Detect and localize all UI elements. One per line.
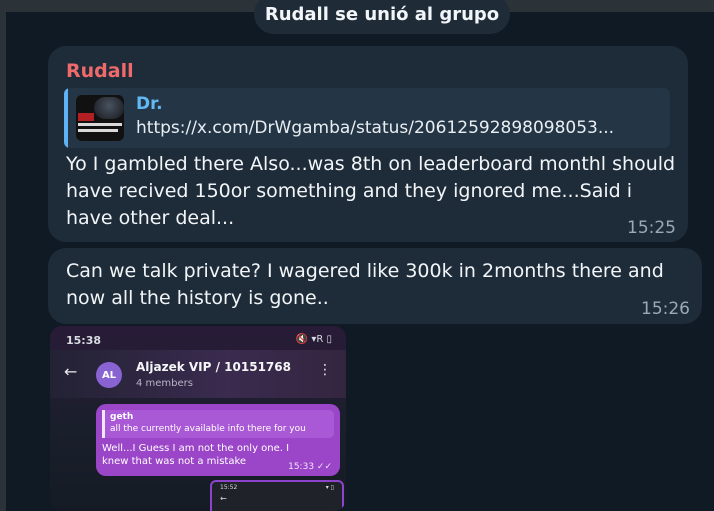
- nested-status-icons: ▾ ▯: [325, 484, 334, 491]
- reply-text: all the currently available info there f…: [110, 424, 306, 434]
- member-count: 4 members: [136, 378, 193, 389]
- group-avatar: AL: [96, 362, 122, 388]
- reply-preview: geth all the currently available info th…: [102, 410, 334, 438]
- preview-thumbnail: [76, 95, 124, 141]
- preview-accent-bar: [64, 88, 68, 148]
- preview-title: Dr.: [136, 94, 163, 114]
- reply-name: geth: [110, 412, 134, 422]
- screenshot-message-text: Well...I Guess I am not the only one. I …: [102, 443, 290, 467]
- window-left-border: [0, 0, 6, 511]
- message-sender[interactable]: Rudall: [66, 60, 134, 82]
- more-vertical-icon: ⋮: [318, 362, 332, 378]
- link-preview[interactable]: Dr. https://x.com/DrWgamba/status/206125…: [64, 88, 670, 148]
- nested-back-arrow-icon: ←: [220, 494, 227, 503]
- reply-accent-bar: [102, 410, 105, 438]
- screenshot-message-bubble: geth all the currently available info th…: [96, 404, 340, 476]
- screenshot-message-time: 15:33 ✓✓: [288, 462, 332, 472]
- back-arrow-icon: ←: [64, 362, 78, 381]
- screenshot-attachment[interactable]: 15:38 🔇 ▾R ▯ ← AL Aljazek VIP / 10151768…: [50, 326, 346, 511]
- group-name: Aljazek VIP / 10151768: [136, 360, 291, 374]
- message-time: 15:26: [641, 299, 690, 319]
- screenshot-chat-header: ← AL Aljazek VIP / 10151768 4 members ⋮: [50, 350, 346, 398]
- nested-status-time: 15:52: [220, 484, 238, 491]
- service-message: Rudall se unió al grupo: [254, 0, 510, 34]
- nested-screenshot: 15:52 ▾ ▯ ←: [210, 480, 344, 511]
- message-text: Yo I gambled there Also...was 8th on lea…: [66, 153, 676, 229]
- screenshot-status-time: 15:38: [66, 334, 102, 347]
- incoming-message-2[interactable]: Can we talk private? I wagered like 300k…: [48, 248, 702, 324]
- incoming-message-1[interactable]: Rudall Dr. https://x.com/DrWgamba/status…: [48, 46, 688, 242]
- screenshot-status-icons: 🔇 ▾R ▯: [295, 334, 332, 345]
- message-text: Can we talk private? I wagered like 300k…: [66, 260, 664, 309]
- message-time: 15:25: [627, 218, 676, 238]
- preview-link[interactable]: https://x.com/DrWgamba/status/2061259289…: [136, 118, 666, 138]
